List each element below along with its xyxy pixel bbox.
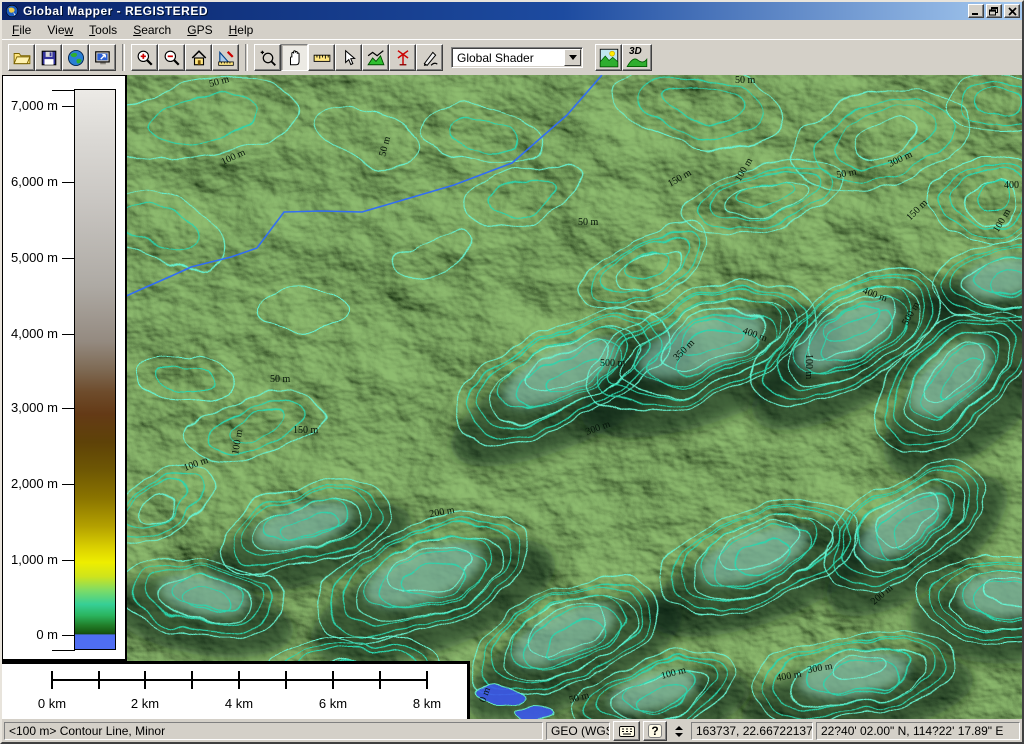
zoom-to-scale-button[interactable]: [212, 44, 239, 71]
scale-label-0km: 0 km: [38, 696, 66, 711]
pan-tool-button[interactable]: [281, 44, 308, 71]
elevation-legend: 7,000 m 6,000 m 5,000 m 4,000 m 3,000 m …: [2, 75, 127, 661]
measure-tool-button[interactable]: [308, 44, 335, 71]
cursor-latlon: 22?40' 02.00" N, 114?22' 17.89" E: [816, 722, 1020, 740]
digitizer-button[interactable]: [416, 44, 443, 71]
map-canvas[interactable]: 50 m100 m50 m50 m50 m150 m100 m50 m300 m…: [2, 75, 1022, 719]
zoom-out-icon: [163, 49, 181, 67]
spinner-up-icon[interactable]: [675, 726, 683, 730]
contour-label: 100 m: [803, 354, 814, 380]
scale-label-4km: 4 km: [225, 696, 253, 711]
path-profile-icon: [367, 49, 385, 67]
status-bar: <100 m> Contour Line, Minor GEO (WGS8 ? …: [2, 719, 1022, 742]
select-tool-button[interactable]: [335, 44, 362, 71]
menu-search[interactable]: Search: [125, 21, 179, 39]
legend-label-5000: 5,000 m: [3, 250, 58, 265]
save-icon: [40, 49, 58, 67]
zoom-tool-icon: [259, 49, 277, 67]
open-file-button[interactable]: [8, 44, 35, 71]
toolbar-separator: [245, 44, 248, 71]
contour-label: 50 m: [578, 217, 599, 228]
pan-hand-icon: [286, 49, 304, 67]
toolbar-separator: [122, 44, 125, 71]
app-window: Global Mapper - REGISTERED File View Too…: [0, 0, 1024, 744]
legend-label-2000: 2,000 m: [3, 476, 58, 491]
scale-label-6km: 6 km: [319, 696, 347, 711]
help-button[interactable]: ?: [643, 721, 667, 741]
legend-label-4000: 4,000 m: [3, 326, 58, 341]
legend-label-0: 0 m: [3, 627, 58, 642]
legend-label-7000: 7,000 m: [3, 98, 58, 113]
menu-bar: File View Tools Search GPS Help: [2, 20, 1022, 39]
close-button[interactable]: [1004, 4, 1020, 18]
picture-view-icon: [599, 48, 619, 68]
picture-view-button[interactable]: [595, 44, 622, 71]
title-bar: Global Mapper - REGISTERED: [2, 2, 1022, 20]
select-arrow-icon: [340, 49, 358, 67]
minimize-icon: [971, 7, 981, 16]
cursor-coordinates: 163737, 22.66722137 ): [691, 722, 813, 740]
scale-bar: 0 km 2 km 4 km 6 km 8 km: [2, 661, 470, 719]
shader-dropdown[interactable]: Global Shader: [451, 47, 583, 68]
zoom-in-icon: [136, 49, 154, 67]
menu-tools[interactable]: Tools: [81, 21, 125, 39]
coordinate-entry-button[interactable]: [613, 721, 640, 741]
projection-status: GEO (WGS8: [546, 722, 610, 740]
contour-label: 50 m: [735, 75, 756, 86]
save-button[interactable]: [35, 44, 62, 71]
chevron-down-icon[interactable]: [564, 49, 581, 66]
window-title: Global Mapper - REGISTERED: [23, 4, 966, 18]
contour-label: 400 m: [1004, 180, 1022, 191]
legend-label-6000: 6,000 m: [3, 174, 58, 189]
fresnel-button[interactable]: [389, 44, 416, 71]
legend-label-3000: 3,000 m: [3, 400, 58, 415]
elevation-gradient-bar: [74, 89, 116, 650]
measure-icon: [313, 49, 331, 67]
zoom-tool-button[interactable]: [254, 44, 281, 71]
feature-status: <100 m> Contour Line, Minor: [4, 722, 543, 740]
export-screen-button[interactable]: [89, 44, 116, 71]
menu-help[interactable]: Help: [221, 21, 262, 39]
spinner-down-icon[interactable]: [675, 733, 683, 737]
fresnel-icon: [394, 49, 412, 67]
home-full-view-icon: [190, 49, 208, 67]
restore-icon: [989, 7, 999, 16]
full-view-button[interactable]: [185, 44, 212, 71]
contour-label: 50 m: [270, 374, 291, 385]
minimize-button[interactable]: [968, 4, 984, 18]
threed-label: 3D: [629, 46, 642, 57]
close-icon: [1008, 7, 1017, 16]
keyboard-icon: [619, 726, 635, 737]
world-icon: [67, 49, 85, 67]
zoom-spinner[interactable]: [673, 726, 685, 737]
open-folder-icon: [13, 49, 31, 67]
menu-view[interactable]: View: [39, 21, 81, 39]
world-view-button[interactable]: [62, 44, 89, 71]
app-icon: [5, 4, 19, 18]
help-icon: ?: [648, 724, 662, 738]
path-profile-button[interactable]: [362, 44, 389, 71]
contour-label: 150 m: [293, 425, 319, 436]
toolbar: Global Shader 3D: [2, 39, 1022, 75]
export-screen-icon: [94, 49, 112, 67]
legend-label-1000: 1,000 m: [3, 552, 58, 567]
digitizer-icon: [421, 49, 439, 67]
restore-button[interactable]: [986, 4, 1002, 18]
scale-label-2km: 2 km: [131, 696, 159, 711]
zoom-out-button[interactable]: [158, 44, 185, 71]
scale-label-8km: 8 km: [413, 696, 441, 711]
menu-file[interactable]: File: [4, 21, 39, 39]
zoom-scale-icon: [217, 49, 235, 67]
map-area: 50 m100 m50 m50 m50 m150 m100 m50 m300 m…: [2, 75, 1022, 719]
menu-gps[interactable]: GPS: [179, 21, 220, 39]
zoom-in-button[interactable]: [131, 44, 158, 71]
threed-view-button[interactable]: 3D: [622, 44, 652, 71]
shader-dropdown-value: Global Shader: [457, 51, 534, 65]
contour-label: 500 m: [600, 358, 626, 369]
